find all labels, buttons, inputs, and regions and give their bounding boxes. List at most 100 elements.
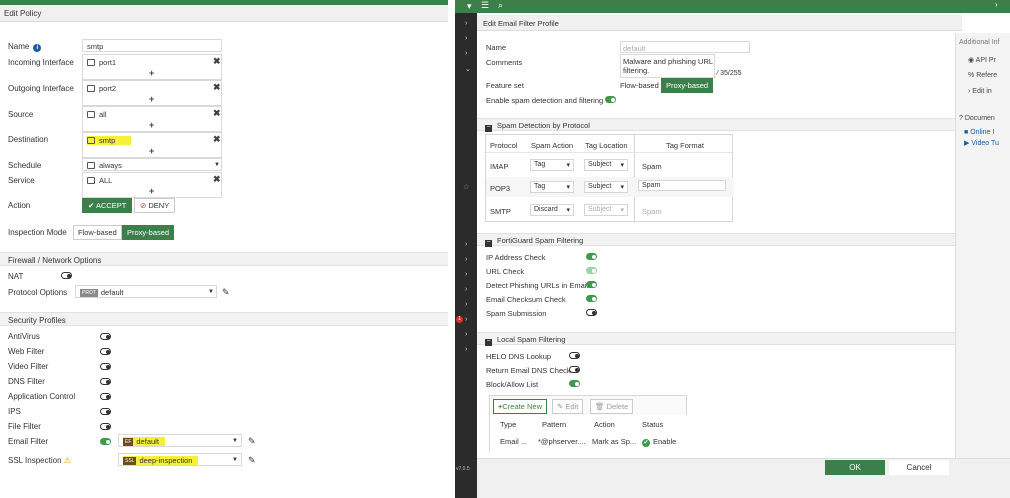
protocol-cell: IMAP: [490, 162, 509, 171]
profile-name-input[interactable]: default: [620, 41, 750, 53]
incoming-interface-field[interactable]: port1 ✖ +: [82, 54, 222, 80]
enable-spam-toggle[interactable]: [605, 96, 616, 103]
file-filter-toggle[interactable]: [100, 423, 111, 430]
nav-chevron-icon[interactable]: ›: [465, 316, 467, 323]
deny-button[interactable]: ⊘ DENY: [134, 198, 176, 213]
chevron-right-icon: ›: [968, 88, 971, 95]
online-help-link[interactable]: ■ Online I: [964, 129, 994, 136]
nav-chevron-icon[interactable]: ⌄: [465, 65, 471, 73]
info-icon[interactable]: i: [33, 44, 42, 52]
add-icon[interactable]: +: [149, 68, 154, 78]
list-cell-action[interactable]: Mark as Sp...: [592, 437, 636, 446]
outgoing-interface-field[interactable]: port2 ✖ +: [82, 80, 222, 106]
web-filter-toggle[interactable]: [100, 348, 111, 355]
name-input[interactable]: smtp: [82, 39, 222, 52]
nav-chevron-icon[interactable]: ›: [465, 20, 467, 27]
edit-pencil-icon[interactable]: ✎: [222, 287, 230, 298]
source-field[interactable]: all ✖ +: [82, 106, 222, 132]
top-navbar: ▾ ☰ ⌕ ›: [455, 0, 1010, 13]
tag-location-select[interactable]: Subject ▾: [584, 159, 628, 171]
block-allow-list-toggle[interactable]: [569, 380, 580, 387]
list-cell-pattern[interactable]: *@phserver....: [538, 437, 586, 446]
remove-icon[interactable]: ✖: [213, 174, 221, 185]
nav-chevron-icon[interactable]: ›: [465, 346, 467, 353]
ssl-inspection-select[interactable]: SSL deep-inspection: [118, 453, 242, 466]
add-icon[interactable]: +: [149, 146, 154, 156]
proxy-based-option[interactable]: Proxy-based: [122, 225, 175, 240]
spam-submission-toggle[interactable]: [586, 309, 597, 316]
url-check-toggle[interactable]: [586, 267, 597, 274]
add-icon[interactable]: +: [149, 186, 154, 196]
spam-action-select[interactable]: Discard ▾: [530, 204, 574, 216]
list-cell-type[interactable]: Email ...: [500, 437, 527, 446]
helo-dns-toggle[interactable]: [569, 352, 580, 359]
edit-in-cli-link[interactable]: › Edit in: [968, 88, 992, 95]
video-filter-toggle[interactable]: [100, 363, 111, 370]
nav-chevron-icon[interactable]: ›: [465, 271, 467, 278]
service-field[interactable]: ALL ✖ +: [82, 172, 222, 198]
nav-chevron-icon[interactable]: ›: [465, 331, 467, 338]
remove-icon[interactable]: ✖: [213, 82, 221, 93]
email-filter-toggle[interactable]: [100, 438, 111, 445]
search-icon[interactable]: ⌕: [498, 0, 503, 11]
accept-button[interactable]: ✔ ACCEPT: [82, 198, 133, 213]
destination-field[interactable]: smtp ✖ +: [82, 132, 222, 158]
fortiguard-item-label: Spam Submission: [486, 309, 547, 318]
return-email-dns-toggle[interactable]: [569, 366, 580, 373]
application-control-toggle[interactable]: [100, 393, 111, 400]
ip-address-check-toggle[interactable]: [586, 253, 597, 260]
create-new-button[interactable]: +Create New: [493, 399, 547, 414]
schedule-select[interactable]: always ▼: [82, 158, 222, 171]
tag-location-select[interactable]: Subject ▾: [584, 181, 628, 193]
fortiguard-item-label: IP Address Check: [486, 253, 546, 262]
tag-format-value[interactable]: Spam: [642, 162, 662, 171]
video-tutorials-link[interactable]: ▶ Video Tu: [964, 139, 999, 147]
ok-button[interactable]: OK: [825, 460, 885, 475]
nav-chevron-icon[interactable]: ›: [465, 50, 467, 57]
spam-action-select[interactable]: Tag ▾: [530, 159, 574, 171]
nav-chevron-icon[interactable]: ›: [465, 35, 467, 42]
chevron-right-icon[interactable]: ›: [995, 0, 998, 9]
protocol-options-select[interactable]: PROT default: [75, 285, 217, 298]
remove-icon[interactable]: ✖: [213, 56, 221, 67]
nav-chevron-icon[interactable]: ›: [465, 241, 467, 248]
comments-textarea[interactable]: Malware and phishing URL filtering.: [620, 54, 715, 78]
collapse-icon: −: [485, 338, 492, 346]
remove-icon[interactable]: ✖: [213, 134, 221, 145]
email-filter-select[interactable]: EF default: [118, 434, 242, 447]
edit-pencil-icon[interactable]: ✎: [248, 436, 256, 447]
spam-action-select[interactable]: Tag ▾: [530, 181, 574, 193]
api-preview-link[interactable]: ◉ API Pr: [968, 56, 996, 64]
feature-flow-option[interactable]: Flow-based: [620, 81, 659, 90]
nat-toggle[interactable]: [61, 272, 72, 279]
antivirus-toggle[interactable]: [100, 333, 111, 340]
local-spam-section[interactable]: − Local Spam Filtering: [477, 332, 955, 346]
remove-icon[interactable]: ✖: [213, 108, 221, 119]
spam-protocol-section[interactable]: − Spam Detection by Protocol: [477, 118, 955, 132]
add-icon[interactable]: +: [149, 94, 154, 104]
feature-proxy-option[interactable]: Proxy-based: [661, 78, 714, 93]
nav-chevron-icon[interactable]: ›: [465, 301, 467, 308]
references-link[interactable]: % Refere: [968, 72, 997, 79]
favorite-star-icon[interactable]: ☆: [463, 183, 469, 191]
fortiguard-section[interactable]: − FortiGuard Spam Filtering: [477, 233, 955, 247]
add-icon[interactable]: +: [149, 120, 154, 130]
side-navigation: › › › ⌄ ☆ › › › › › 1 › › › v7.0.5: [455, 13, 477, 498]
flow-based-option[interactable]: Flow-based: [73, 225, 122, 240]
delete-button[interactable]: 🗑 Delete: [590, 399, 634, 414]
nav-chevron-icon[interactable]: ›: [465, 286, 467, 293]
tag-format-input[interactable]: Spam: [638, 180, 726, 191]
nav-chevron-icon[interactable]: ›: [465, 256, 467, 263]
caret-icon[interactable]: ▾: [467, 1, 472, 12]
ips-toggle[interactable]: [100, 408, 111, 415]
edit-pencil-icon[interactable]: ✎: [248, 455, 256, 466]
detect-phishing-toggle[interactable]: [586, 281, 597, 288]
cancel-button[interactable]: Cancel: [889, 460, 949, 475]
email-checksum-toggle[interactable]: [586, 295, 597, 302]
menu-icon[interactable]: ☰: [481, 0, 489, 11]
edit-button[interactable]: ✎ Edit: [552, 399, 584, 414]
dns-filter-toggle[interactable]: [100, 378, 111, 385]
profile-label: DNS Filter: [8, 377, 45, 386]
list-cell-status[interactable]: ✔ Enable: [642, 437, 676, 447]
caret-down-icon: ▼: [208, 289, 214, 295]
